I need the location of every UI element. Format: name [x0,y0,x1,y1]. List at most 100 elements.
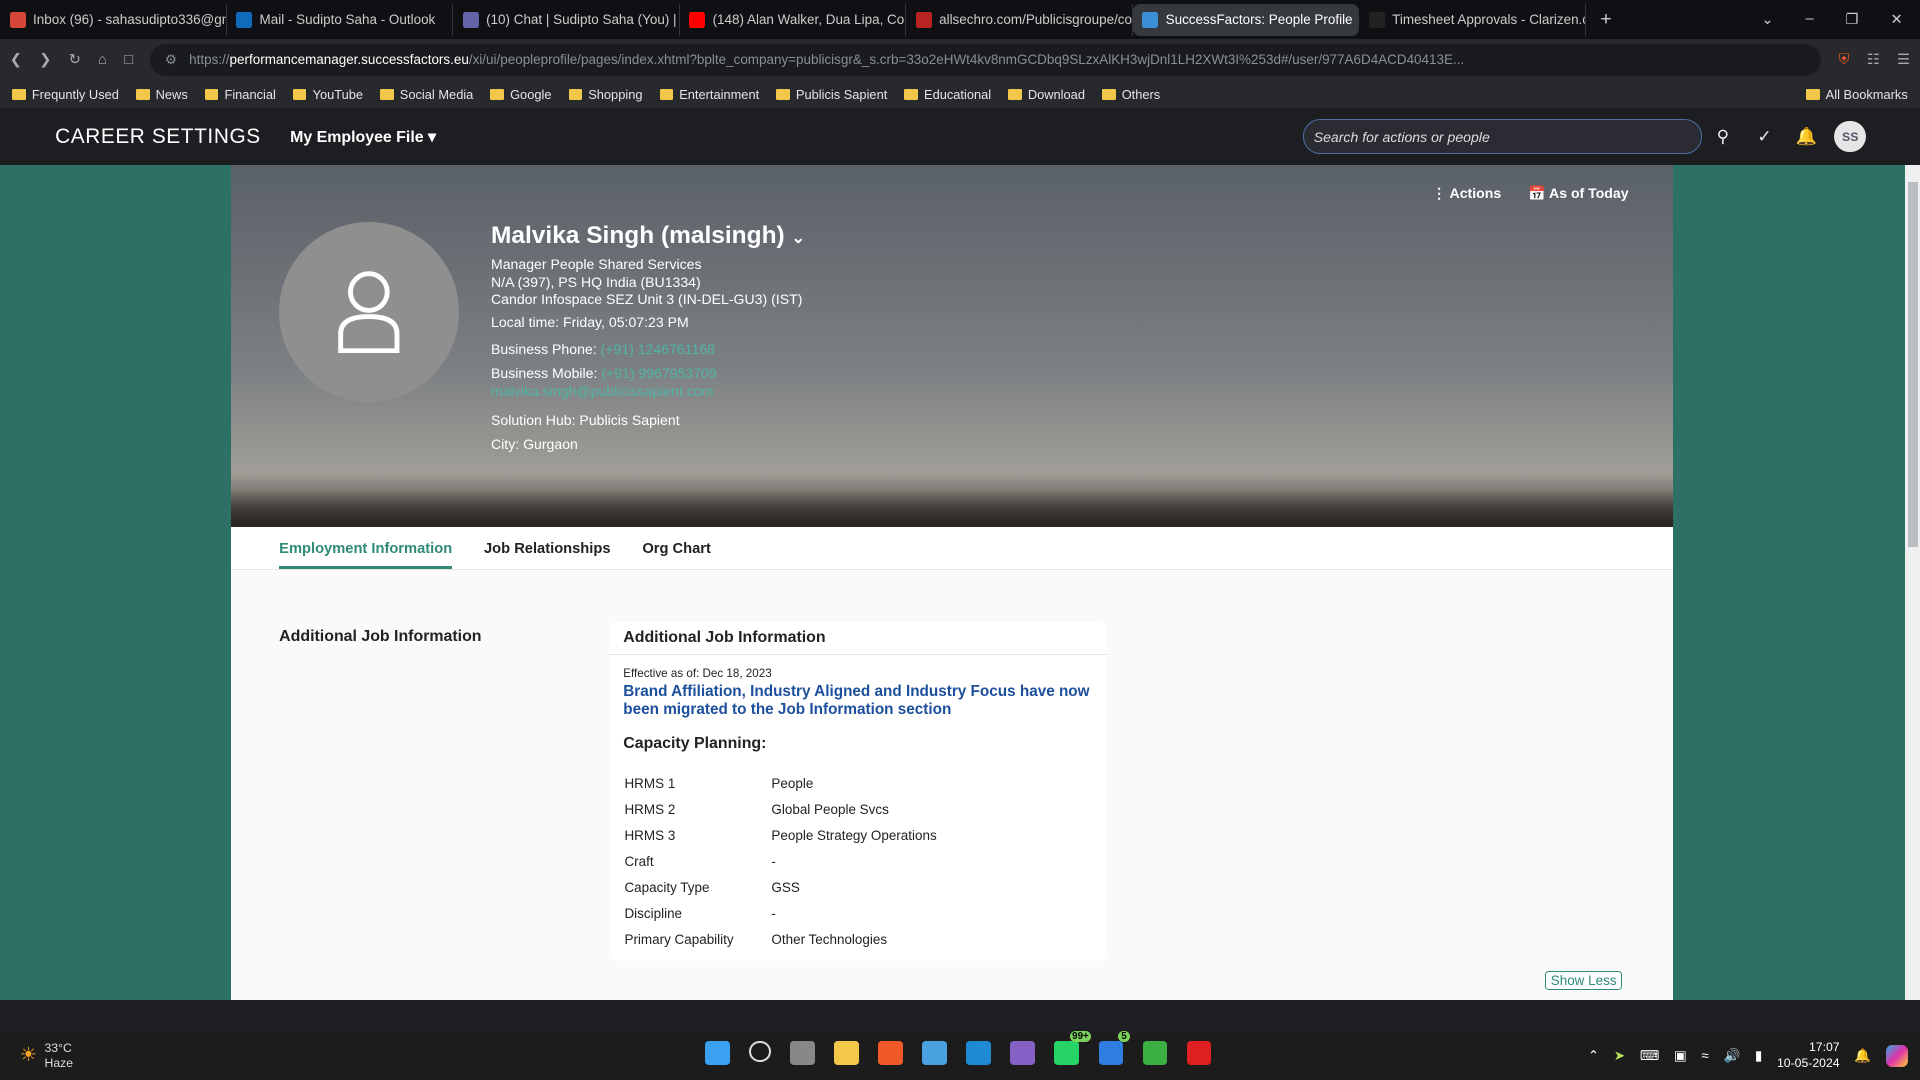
url-field[interactable]: ⚙ https://performancemanager.successfact… [150,44,1822,76]
field-value: People Strategy Operations [771,828,937,844]
restore-icon[interactable]: ❐ [1846,11,1859,28]
tab-favicon-icon [9,11,26,28]
browser-tab[interactable]: Timesheet Approvals - Clarizen.com [1359,3,1586,36]
as-of-label: As of Today [1549,184,1629,201]
todo-badge: 5 [1117,1031,1131,1043]
notification-bell-icon[interactable]: 🔔 [1785,126,1827,147]
weather-condition: Haze [44,1055,74,1070]
tab-job-relationships[interactable]: Job Relationships [484,527,611,570]
bookmark-folder[interactable]: Frequntly Used [12,87,119,102]
tab-employment-information[interactable]: Employment Information [279,527,453,570]
phone-label: Business Phone: [491,340,597,357]
bookmark-folder[interactable]: Shopping [568,86,643,102]
show-hidden-icons-icon[interactable]: ⌃ [1588,1048,1599,1064]
tab-org-chart[interactable]: Org Chart [642,527,711,570]
bookmark-icon[interactable]: □ [124,52,133,68]
brave-shield-icon[interactable]: ⛨ [1839,52,1850,68]
actions-label: Actions [1449,184,1502,201]
avatar[interactable]: SS [1834,120,1867,153]
bookmark-folder[interactable]: Publicis Sapient [776,87,887,102]
touchpad-icon[interactable]: ▣ [1674,1048,1687,1064]
bookmark-folder[interactable]: Google [490,87,551,102]
forward-icon[interactable]: ❯ [39,51,51,68]
remote-desktop-icon[interactable] [1142,1040,1168,1066]
home-icon[interactable]: ⌂ [98,52,107,68]
tab-title: Mail - Sudipto Saha - Outlook [259,12,436,28]
all-bookmarks[interactable]: All Bookmarks [1806,87,1908,102]
additional-job-info-card: Additional Job Information Effective as … [608,622,1107,962]
folder-icon [904,88,918,100]
browser-tab[interactable]: (148) Alan Walker, Dua Lipa, Colo [680,3,907,36]
bookmark-folder[interactable]: Download [1008,87,1085,102]
bookmark-folder[interactable]: Entertainment [659,87,759,102]
vscode-icon[interactable] [966,1040,991,1066]
bookmark-folder[interactable]: Social Media [380,87,473,102]
search-taskbar-icon[interactable] [749,1040,771,1062]
file-explorer-icon[interactable] [834,1040,859,1066]
scrollbar[interactable] [1905,165,1920,1001]
bookmark-folder[interactable]: YouTube [293,87,363,102]
back-icon[interactable]: ❮ [10,51,22,68]
employee-name[interactable]: Malvika Singh (malsingh) ⌄ [491,223,805,248]
minimize-icon[interactable]: – [1806,11,1814,28]
bookmark-folder[interactable]: Others [1102,87,1160,102]
browser-tab[interactable]: Inbox (96) - sahasudipto336@gmail. [0,3,227,36]
browser-tab[interactable]: SuccessFactors: People Profile✕ [1132,3,1360,36]
phone-link[interactable]: (+91) 1246761168 [601,341,715,357]
field-label: Discipline [624,906,683,922]
close-window-icon[interactable]: ✕ [1891,11,1903,28]
actions-button[interactable]: ⋮ Actions [1432,185,1501,202]
weather-icon[interactable]: ☀ [20,1045,38,1065]
all-bookmarks-label: All Bookmarks [1825,86,1908,102]
extensions-icon[interactable]: ☷ [1867,51,1880,68]
whatsapp-icon[interactable]: 99+ [1054,1031,1092,1066]
battery-icon[interactable]: ▮ [1755,1048,1762,1064]
volume-icon[interactable]: 🔊 [1723,1048,1740,1064]
start-icon[interactable] [705,1040,730,1066]
mobile-link[interactable]: (+91) 9967953709 [601,365,716,381]
content-area: ⋮ Actions 📅 As of Today Malvika Singh (m… [0,165,1920,1001]
tab-favicon-icon [915,11,932,28]
profile-page: ⋮ Actions 📅 As of Today Malvika Singh (m… [231,165,1673,1001]
reload-icon[interactable]: ↻ [69,51,81,68]
browser-tab[interactable]: (10) Chat | Sudipto Saha (You) | Micr [453,3,680,36]
name-text: Malvika Singh (malsingh) [491,221,785,249]
profile-header: ⋮ Actions 📅 As of Today Malvika Singh (m… [231,165,1673,527]
new-tab-icon[interactable]: + [1586,8,1627,31]
migration-notice-link[interactable]: Brand Affiliation, Industry Aligned and … [609,683,1107,720]
acrobat-icon[interactable] [1186,1040,1212,1066]
profile-photo-placeholder[interactable] [279,221,460,402]
todo-icon[interactable]: 5 [1098,1031,1131,1066]
visual-studio-icon[interactable] [1010,1040,1035,1066]
clock[interactable]: 17:07 10-05-2024 [1777,1040,1840,1072]
tab-favicon-icon [1142,11,1159,28]
copilot-icon[interactable] [1885,1044,1908,1067]
bookmark-folder[interactable]: Financial [204,87,276,102]
notepad-icon[interactable] [922,1040,947,1066]
email-link[interactable]: malvika.singh@publicissapient.com [491,383,805,400]
browser-tab[interactable]: allsechro.com/Publicisgroupe/comm [906,3,1133,36]
site-settings-icon[interactable]: ⚙ [165,52,177,68]
search-input[interactable]: Search for actions or people [1302,119,1703,154]
chevron-down-icon[interactable]: ⌄ [792,230,805,247]
wifi-icon[interactable]: ≈ [1701,1048,1708,1063]
keyboard-icon[interactable]: ⌨ [1640,1048,1659,1064]
tab-title: Inbox (96) - sahasudipto336@gmail. [33,12,225,28]
search-icon[interactable]: ⚲ [1702,126,1744,147]
task-view-icon[interactable] [790,1040,815,1066]
table-row: Discipline - [624,901,936,927]
scrollbar-thumb[interactable] [1907,182,1918,548]
menu-icon[interactable]: ☰ [1897,51,1910,68]
brave-browser-icon[interactable] [878,1040,903,1066]
browser-tab[interactable]: Mail - Sudipto Saha - Outlook [227,3,454,36]
approvals-check-icon[interactable]: ✓ [1744,126,1786,147]
bookmark-label: Shopping [588,86,643,102]
employee-file-menu[interactable]: My Employee File ▾ [290,127,436,147]
tab-search-icon[interactable]: ⌄ [1761,11,1773,28]
bookmark-folder[interactable]: News [136,87,188,102]
show-less-button[interactable]: Show Less [1544,971,1623,991]
notification-icon[interactable]: 🔔 [1854,1048,1871,1064]
bookmark-folder[interactable]: Educational [904,87,991,102]
as-of-today-button[interactable]: 📅 As of Today [1528,185,1628,202]
bookmark-label: Publicis Sapient [795,86,888,102]
